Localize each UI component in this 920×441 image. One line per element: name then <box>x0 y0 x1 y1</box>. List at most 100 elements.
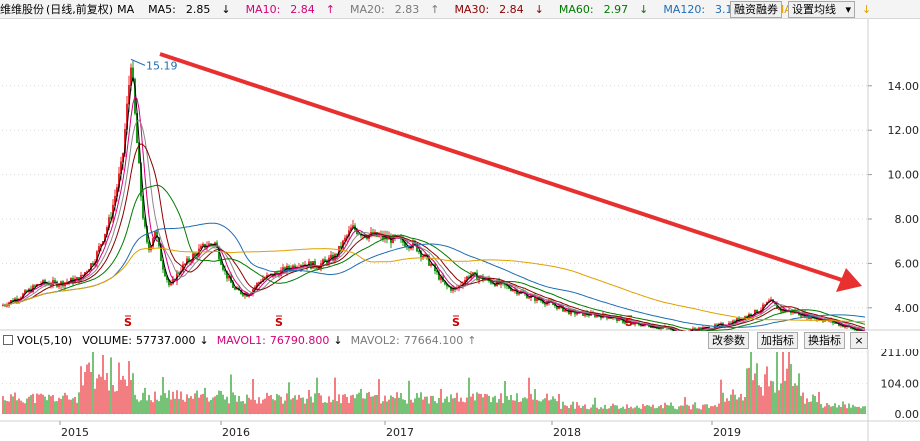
volume-bar <box>330 402 332 414</box>
volume-bar <box>288 382 290 414</box>
volume-bar <box>434 401 436 414</box>
volume-bar <box>800 395 802 414</box>
volume-bar <box>414 398 416 414</box>
volume-bar <box>122 375 124 414</box>
volume-bar <box>658 406 660 414</box>
volume-bar <box>846 408 848 414</box>
volume-bar <box>514 400 516 414</box>
volume-bar <box>736 399 738 414</box>
volume-bar <box>338 394 340 414</box>
volume-bar <box>596 407 598 414</box>
time-tick-label: 2019 <box>713 426 741 439</box>
volume-bar <box>50 396 52 414</box>
volume-bar <box>24 403 26 414</box>
volume-bar <box>290 399 292 414</box>
volume-bar <box>858 406 860 414</box>
volume-bar <box>674 408 676 414</box>
switch-indicator-button[interactable]: 换指标 <box>804 332 845 349</box>
volume-bar <box>156 399 158 414</box>
volume-bar <box>380 403 382 414</box>
volume-bar <box>246 394 248 414</box>
set-ma-button[interactable]: 设置均线 ▾ <box>788 1 856 18</box>
volume-bar <box>208 401 210 414</box>
volume-bar <box>118 362 120 414</box>
volume-bar <box>298 394 300 414</box>
volume-bar <box>328 396 330 414</box>
mavol1-label: MAVOL1: <box>216 333 266 347</box>
volume-bar <box>768 386 770 414</box>
margin-trading-button[interactable]: 融资融券 <box>730 1 782 18</box>
collapse-toggle-icon[interactable] <box>3 335 13 345</box>
volume-bar <box>304 403 306 414</box>
volume-bar <box>326 402 328 414</box>
volume-bar <box>44 396 46 414</box>
volume-bar <box>676 409 678 414</box>
add-indicator-button[interactable]: 加指标 <box>757 332 798 349</box>
volume-bar <box>314 393 316 414</box>
volume-bar <box>458 401 460 414</box>
volume-bar <box>716 406 718 414</box>
volume-bar <box>686 404 688 414</box>
volume-bar <box>120 379 122 414</box>
ma-item-arrow-icon: ↓ <box>534 2 544 16</box>
candle-body <box>315 266 318 269</box>
volume-bar <box>818 391 820 414</box>
volume-bar <box>78 392 80 414</box>
volume-bar <box>622 406 624 414</box>
volume-bar <box>334 377 336 414</box>
volume-bar <box>444 398 446 414</box>
volume-bar <box>484 393 486 414</box>
change-params-button[interactable]: 改参数 <box>708 332 749 349</box>
volume-bar <box>48 394 50 414</box>
volume-bar <box>312 402 314 414</box>
volume-bar <box>20 400 22 414</box>
volume-bar <box>538 400 540 414</box>
volume-bar <box>540 401 542 414</box>
ma-item-arrow-icon: ↑ <box>325 2 335 16</box>
volume-bar <box>488 395 490 414</box>
close-icon[interactable]: × <box>850 332 868 349</box>
volume-bar <box>86 364 88 414</box>
volume-bar <box>262 399 264 414</box>
volume-bar <box>82 385 84 414</box>
volume-bar <box>242 401 244 414</box>
volume-bar <box>68 399 70 414</box>
ma-item-label: MA120: <box>663 2 706 16</box>
volume-bar <box>544 398 546 414</box>
volume-bar <box>692 404 694 414</box>
volume-bar <box>268 395 270 414</box>
volume-bar <box>792 386 794 414</box>
volume-bar <box>52 394 54 414</box>
volume-bar <box>254 399 256 414</box>
volume-bar <box>456 392 458 414</box>
volume-bar <box>826 403 828 414</box>
ma-item-arrow-icon: ↑ <box>430 2 440 16</box>
kline-chart-canvas[interactable]: 14.0012.0010.008.006.004.00211.00104.000… <box>0 0 920 441</box>
volume-bar <box>850 407 852 414</box>
volume-bar <box>238 396 240 414</box>
volume-bar <box>820 403 822 414</box>
volume-bar <box>682 405 684 414</box>
volume-bar <box>166 397 168 414</box>
volume-bar <box>824 406 826 414</box>
volume-bar <box>194 393 196 414</box>
split-marker: S <box>452 316 460 329</box>
volume-bar <box>214 396 216 414</box>
volume-bar <box>210 400 212 414</box>
volume-bar <box>738 397 740 414</box>
volume-bar <box>856 406 858 414</box>
volume-bar <box>678 406 680 414</box>
volume-bar <box>206 397 208 414</box>
volume-bar <box>278 395 280 414</box>
price-tick-label: 4.00 <box>895 302 920 315</box>
volume-bar <box>80 366 82 414</box>
volume-bar <box>344 394 346 414</box>
volume-bar <box>300 397 302 414</box>
volume-bar <box>700 409 702 414</box>
volume-bar <box>40 393 42 414</box>
volume-bar <box>598 409 600 414</box>
volume-bar <box>46 400 48 414</box>
ma-indicator-label: MA <box>117 2 135 16</box>
volume-bar <box>606 408 608 414</box>
volume-bar <box>788 352 790 414</box>
